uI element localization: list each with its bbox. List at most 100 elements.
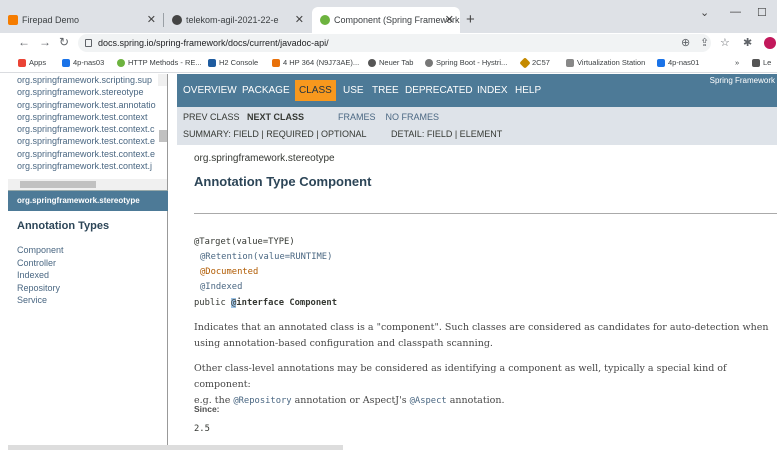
address-bar[interactable]: docs.spring.io/spring-framework/docs/cur… bbox=[78, 34, 711, 52]
aspect-link[interactable]: @Aspect bbox=[410, 396, 447, 406]
description-line: e.g. the @Repository annotation or Aspec… bbox=[194, 393, 777, 409]
package-list-frame: org.springframework.scripting.sup org.sp… bbox=[8, 74, 168, 191]
nav-use[interactable]: USE bbox=[343, 85, 364, 96]
tab-component[interactable]: Component (Spring Framework ! ✕ bbox=[312, 7, 460, 33]
package-name-bar[interactable]: org.springframework.stereotype bbox=[8, 191, 168, 211]
tab-firepad[interactable]: Firepad Demo ✕ bbox=[0, 7, 162, 33]
class-detail-frame: OVERVIEW PACKAGE CLASS USE TREE DEPRECAT… bbox=[177, 74, 777, 450]
annotation-link[interactable]: Controller bbox=[17, 257, 64, 270]
public-keyword: public bbox=[194, 298, 232, 308]
horizontal-scrollbar[interactable] bbox=[8, 179, 167, 190]
reading-list-icon bbox=[752, 58, 760, 67]
status-bar bbox=[8, 445, 343, 450]
frames-link[interactable]: FRAMES bbox=[338, 112, 376, 122]
annotation-link[interactable]: Indexed bbox=[17, 269, 64, 282]
close-icon[interactable]: ✕ bbox=[445, 13, 454, 26]
extensions-icon[interactable]: ✱ bbox=[743, 36, 752, 49]
target-annotation[interactable]: @Target(value=TYPE) bbox=[194, 237, 295, 247]
package-link[interactable]: org.springframework.test.annotatio bbox=[8, 99, 167, 111]
detail-links[interactable]: DETAIL: FIELD | ELEMENT bbox=[391, 129, 502, 139]
h2-icon bbox=[208, 58, 216, 67]
summary-links[interactable]: SUMMARY: FIELD | REQUIRED | OPTIONAL bbox=[183, 129, 367, 139]
bookmark-h2-console[interactable]: H2 Console bbox=[208, 58, 258, 67]
nav-index[interactable]: INDEX bbox=[477, 85, 508, 96]
bookmark-2c57[interactable]: 2C57 bbox=[519, 56, 550, 69]
top-navigation: OVERVIEW PACKAGE CLASS USE TREE DEPRECAT… bbox=[177, 74, 777, 107]
description-line: using annotation-based configuration and… bbox=[194, 338, 493, 349]
nav-class[interactable]: CLASS bbox=[295, 80, 336, 101]
interface-name: interface Component bbox=[236, 298, 338, 308]
package-link[interactable]: org.springframework.test.context bbox=[8, 111, 167, 123]
documented-annotation[interactable]: @Documented bbox=[200, 267, 258, 277]
annotation-link[interactable]: Service bbox=[17, 294, 64, 307]
star-icon[interactable]: ☆ bbox=[720, 36, 730, 49]
bookmark-hp[interactable]: 4 HP 364 (N9J73AE)... bbox=[272, 58, 359, 67]
browser-toolbar: ← → ↻ docs.spring.io/spring-framework/do… bbox=[0, 33, 777, 53]
minimize-icon[interactable]: — bbox=[730, 6, 741, 18]
profile-avatar[interactable] bbox=[764, 37, 776, 49]
package-link[interactable]: org.springframework.test.context.c bbox=[8, 123, 167, 135]
package-link[interactable]: org.springframework.test.context.j bbox=[8, 160, 167, 172]
annotation-link[interactable]: Repository bbox=[17, 282, 64, 295]
tab-label: Component (Spring Framework ! bbox=[334, 15, 460, 25]
nav-help[interactable]: HELP bbox=[515, 85, 541, 96]
bookmark-apps[interactable]: Apps bbox=[18, 58, 46, 67]
package-link[interactable]: org.springframework.test.context.e bbox=[8, 148, 167, 160]
spring-framework-brand: Spring Framework bbox=[709, 76, 775, 85]
nav-tree[interactable]: TREE bbox=[372, 85, 399, 96]
class-list-frame: org.springframework.stereotype Annotatio… bbox=[8, 191, 168, 450]
close-icon[interactable]: ✕ bbox=[295, 13, 304, 26]
bookmark-4p-nas03[interactable]: 4p-nas03 bbox=[62, 58, 104, 67]
lock-icon bbox=[85, 39, 92, 47]
bookmark-neuer-tab[interactable]: Neuer Tab bbox=[368, 58, 413, 67]
divider bbox=[194, 213, 777, 214]
bookmark-le[interactable]: Le bbox=[752, 58, 771, 67]
url-text: docs.spring.io/spring-framework/docs/cur… bbox=[98, 38, 329, 48]
package-link[interactable]: org.springframework.test.context.e bbox=[8, 135, 167, 147]
indexed-annotation[interactable]: @Indexed bbox=[200, 282, 242, 292]
close-icon[interactable]: ✕ bbox=[147, 13, 156, 26]
bookmark-4p-nas01[interactable]: 4p-nas01 bbox=[657, 58, 699, 67]
javadoc-page: org.springframework.scripting.sup org.sp… bbox=[8, 74, 777, 450]
description-line: Other class-level annotations may be con… bbox=[194, 363, 727, 390]
scroll-thumb[interactable] bbox=[159, 130, 167, 142]
next-class-link[interactable]: NEXT CLASS bbox=[247, 112, 304, 122]
annotation-types-heading: Annotation Types bbox=[17, 220, 110, 232]
globe-icon bbox=[117, 58, 125, 67]
bookmark-spring-boot[interactable]: Spring Boot - Hystri... bbox=[425, 58, 507, 67]
no-frames-link[interactable]: NO FRAMES bbox=[386, 112, 440, 122]
forward-icon[interactable]: → bbox=[39, 35, 51, 49]
tab-label: telekom-agil-2021-22-e bbox=[186, 15, 279, 25]
prev-class-link[interactable]: PREV CLASS bbox=[183, 112, 240, 122]
scroll-thumb[interactable] bbox=[20, 181, 96, 188]
more-bookmarks-icon[interactable]: » bbox=[735, 58, 739, 67]
package-link[interactable]: org.springframework.scripting.sup bbox=[8, 74, 167, 86]
reload-icon[interactable]: ↻ bbox=[59, 35, 69, 49]
retention-annotation[interactable]: @Retention(value=RUNTIME) bbox=[200, 252, 332, 262]
since-label: Since: bbox=[194, 404, 220, 414]
bookmark-virtualization[interactable]: Virtualization Station bbox=[566, 58, 645, 67]
package-link[interactable]: org.springframework.stereotype bbox=[8, 86, 167, 98]
nav-overview[interactable]: OVERVIEW bbox=[183, 85, 237, 96]
station-icon bbox=[566, 58, 574, 67]
diamond-icon bbox=[519, 56, 531, 69]
annotation-list: Component Controller Indexed Repository … bbox=[17, 244, 64, 307]
maximize-icon[interactable]: ☐ bbox=[757, 6, 767, 19]
zoom-icon[interactable]: ⊕ bbox=[681, 36, 690, 49]
repository-link[interactable]: @Repository bbox=[233, 396, 291, 406]
annotation-link[interactable]: Component bbox=[17, 244, 64, 257]
vertical-scrollbar[interactable] bbox=[158, 74, 167, 142]
new-tab-icon[interactable]: + bbox=[466, 12, 475, 27]
text: annotation. bbox=[446, 395, 505, 406]
tab-search-icon[interactable]: ⌄ bbox=[700, 6, 709, 19]
nav-deprecated[interactable]: DEPRECATED bbox=[405, 85, 473, 96]
description-paragraph: Indicates that an annotated class is a "… bbox=[194, 320, 777, 352]
back-icon[interactable]: ← bbox=[18, 35, 30, 49]
bookmark-http-methods[interactable]: HTTP Methods - RE... bbox=[117, 58, 202, 67]
folder-icon bbox=[657, 58, 665, 67]
share-icon[interactable]: ⇪ bbox=[700, 36, 709, 49]
nav-package[interactable]: PACKAGE bbox=[242, 85, 290, 96]
tab-telekom[interactable]: telekom-agil-2021-22-e ✕ bbox=[164, 7, 310, 33]
folder-icon bbox=[62, 58, 70, 67]
browser-window: Firepad Demo ✕ telekom-agil-2021-22-e ✕ … bbox=[0, 0, 777, 450]
